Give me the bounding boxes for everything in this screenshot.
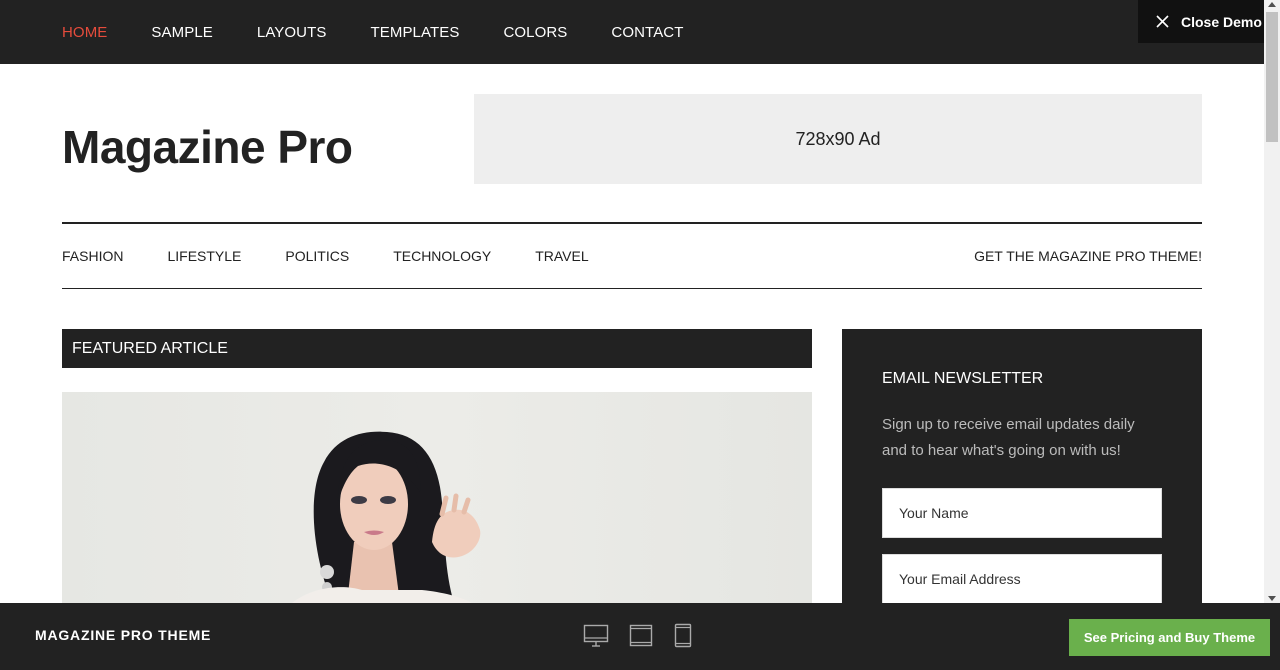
category-nav-fashion[interactable]: FASHION [62,248,123,264]
newsletter-heading: EMAIL NEWSLETTER [882,370,1044,387]
close-demo-label: Close Demo [1181,13,1262,30]
category-navigation: FASHION LIFESTYLE POLITICS TECHNOLOGY TR… [62,222,1202,289]
model-portrait-illustration [292,431,481,603]
tablet-landscape-view-button[interactable] [629,623,653,654]
theme-name-label: MAGAZINE PRO THEME [35,627,212,643]
buy-button-label: See Pricing and Buy Theme [1083,630,1256,645]
close-demo-button[interactable]: Close Demo [1138,0,1264,43]
top-nav-sample[interactable]: SAMPLE [151,24,212,41]
site-title[interactable]: Magazine Pro [62,120,353,174]
close-icon [1156,15,1169,28]
top-nav-list: HOME SAMPLE LAYOUTS TEMPLATES COLORS CON… [62,0,728,64]
top-nav-colors[interactable]: COLORS [503,24,567,41]
tablet-portrait-view-button[interactable] [673,623,693,654]
category-nav-technology[interactable]: TECHNOLOGY [393,248,491,264]
ad-label: 728x90 Ad [795,128,881,149]
newsletter-email-input[interactable] [882,554,1162,604]
category-nav-list: FASHION LIFESTYLE POLITICS TECHNOLOGY TR… [62,248,633,264]
top-nav-home[interactable]: HOME [62,24,107,41]
tablet-portrait-icon [674,623,692,648]
top-nav-layouts[interactable]: LAYOUTS [257,24,327,41]
ad-banner[interactable]: 728x90 Ad [474,94,1202,184]
category-nav-travel[interactable]: TRAVEL [535,248,588,264]
newsletter-description: Sign up to receive email updates daily a… [882,416,1135,459]
tablet-landscape-icon [629,624,653,647]
demo-bottom-bar: MAGAZINE PRO THEME See Pricing and Buy T… [0,603,1280,670]
desktop-view-button[interactable] [583,623,609,654]
newsletter-name-input[interactable] [882,488,1162,538]
top-navigation: HOME SAMPLE LAYOUTS TEMPLATES COLORS CON… [0,0,1264,64]
top-nav-templates[interactable]: TEMPLATES [370,24,459,41]
featured-article-title: FEATURED ARTICLE [72,339,228,357]
featured-article-heading: FEATURED ARTICLE [62,329,812,368]
scroll-down-icon[interactable] [1268,596,1276,601]
scroll-up-icon[interactable] [1268,2,1276,7]
category-nav-politics[interactable]: POLITICS [285,248,349,264]
scroll-thumb[interactable] [1266,12,1278,142]
device-preview-toggles [583,623,713,654]
featured-article-image[interactable] [62,392,812,603]
see-pricing-buy-theme-button[interactable]: See Pricing and Buy Theme [1069,619,1270,656]
email-newsletter-widget: EMAIL NEWSLETTER Sign up to receive emai… [842,329,1202,604]
page-scrollbar[interactable] [1264,0,1280,603]
top-nav-contact[interactable]: CONTACT [611,24,683,41]
category-nav-lifestyle[interactable]: LIFESTYLE [167,248,241,264]
get-theme-link[interactable]: GET THE MAGAZINE PRO THEME! [974,248,1202,264]
desktop-icon [583,624,609,647]
